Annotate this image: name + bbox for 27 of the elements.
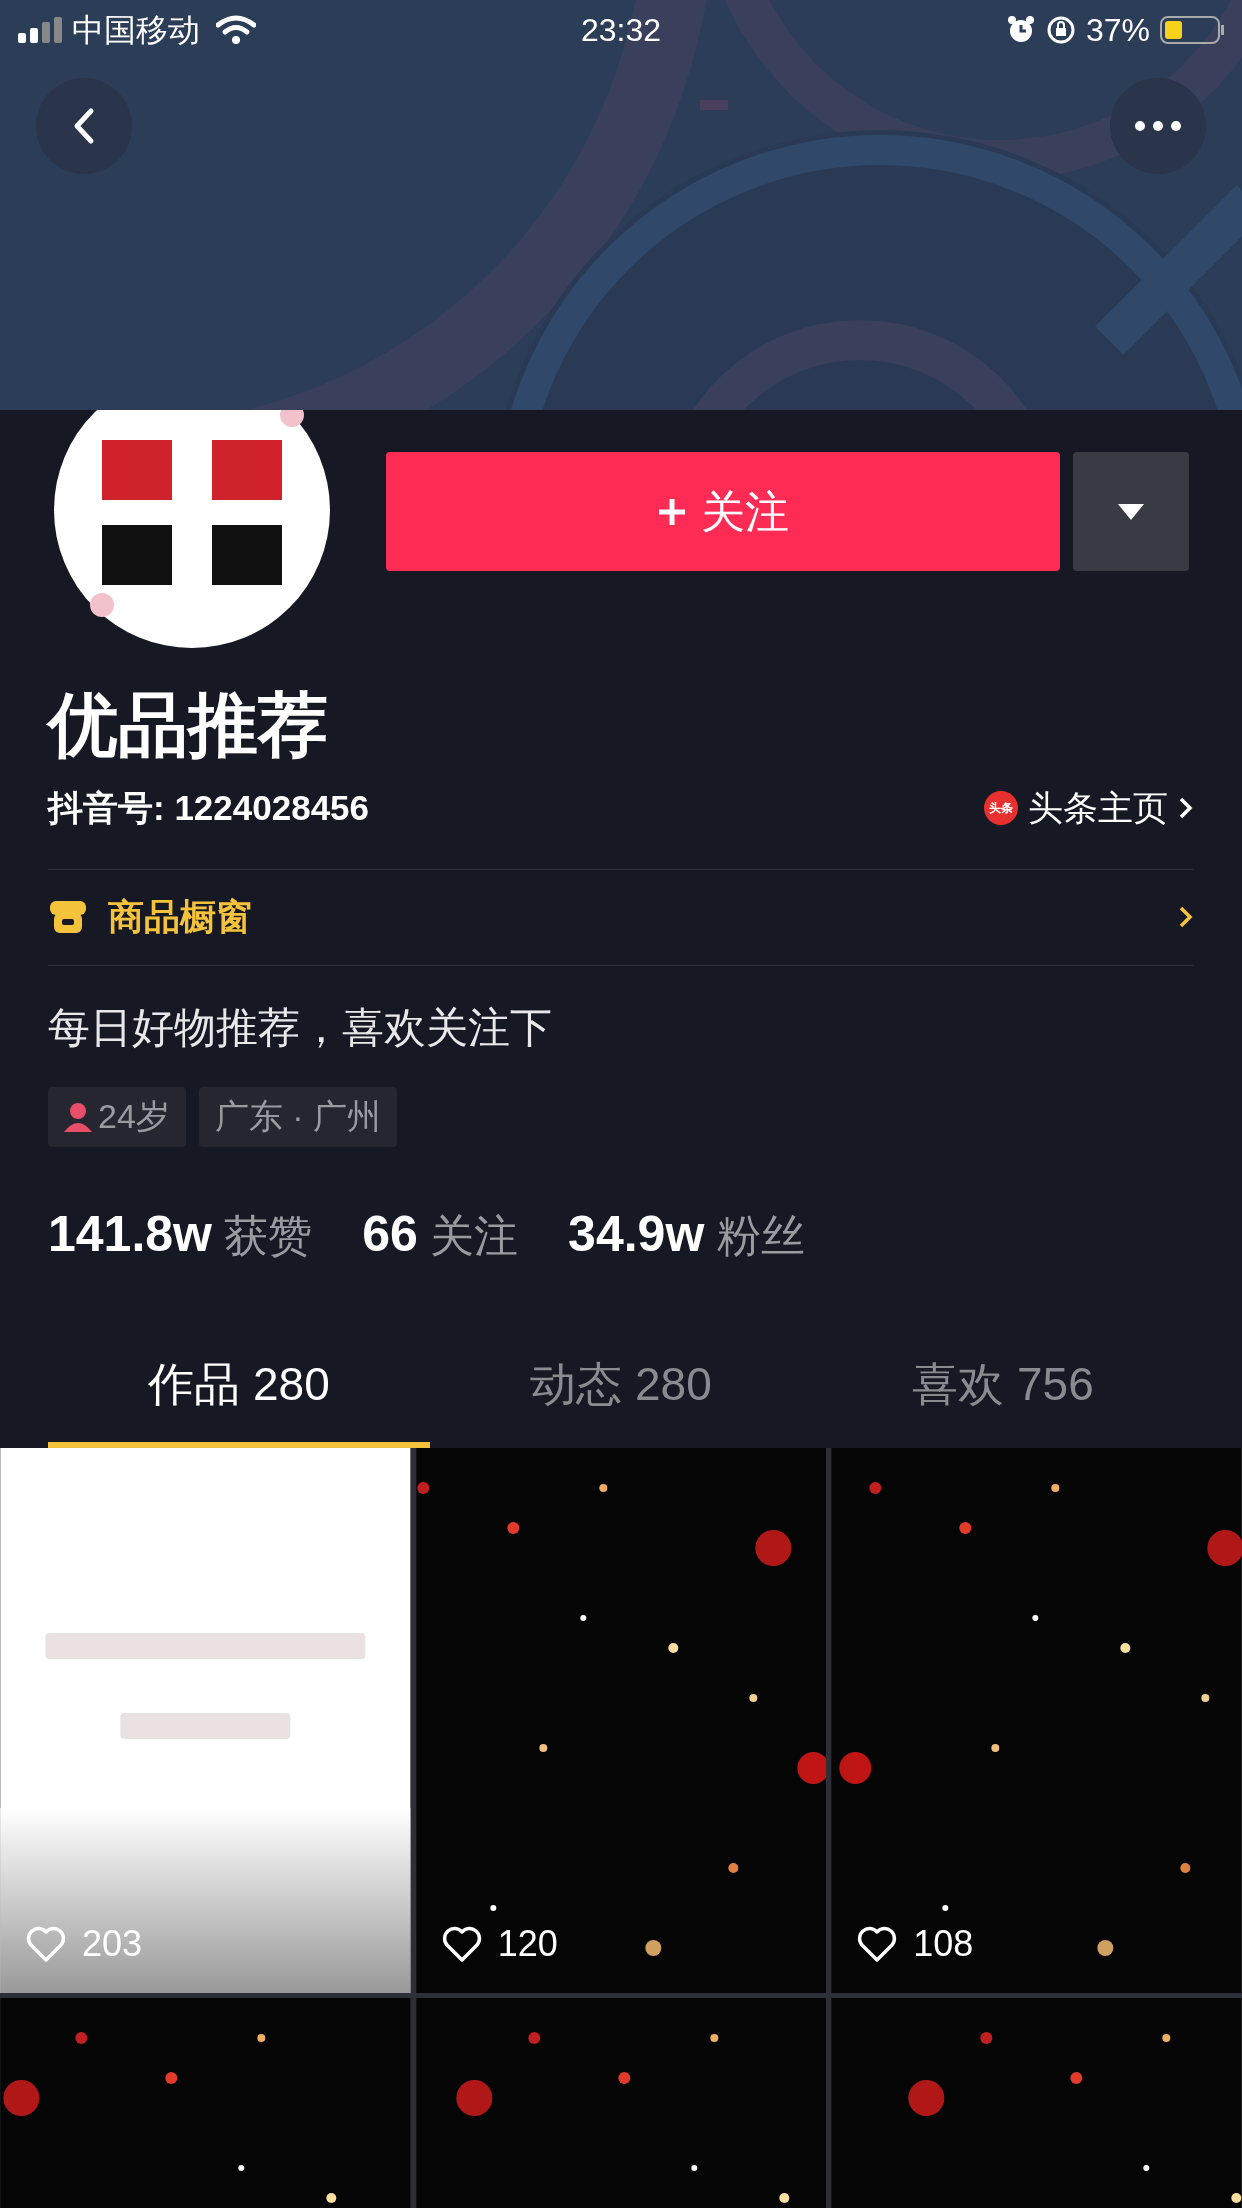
profile-tab[interactable]: 动态 280 — [430, 1327, 812, 1448]
like-count: 120 — [497, 1921, 558, 1966]
toutiao-badge: 头条 — [984, 791, 1018, 826]
toutiao-label: 头条主页 — [1028, 787, 1168, 829]
profile-name: 优品推荐 — [48, 690, 329, 760]
shop-row[interactable]: 商品橱窗 — [48, 868, 1194, 966]
like-count: 203 — [82, 1921, 143, 1966]
shop-label: 商品橱窗 — [108, 895, 252, 939]
plus-icon — [657, 496, 687, 527]
tag-label: 广东 · 广州 — [214, 1096, 382, 1137]
person-icon — [64, 1101, 92, 1132]
heart-icon — [26, 1924, 66, 1963]
profile-stat: 34.9w 粉丝 — [568, 1204, 805, 1264]
profile-stat: 141.8w 获赞 — [48, 1204, 313, 1264]
toutiao-link[interactable]: 头条 头条主页 — [984, 782, 1194, 835]
bio-text: 每日好物推荐，喜欢关注下 — [48, 1002, 553, 1053]
chevron-icon — [1178, 905, 1194, 929]
follow-button[interactable]: 关注 — [386, 452, 1060, 571]
profile-stat: 66 关注 — [362, 1204, 519, 1264]
heart-icon — [857, 1924, 898, 1963]
profile-tab[interactable]: 喜欢 756 — [812, 1327, 1194, 1448]
chevron-icon — [1178, 796, 1194, 821]
heart-icon — [441, 1924, 482, 1963]
caret-icon — [1118, 503, 1144, 520]
tag-label: 24岁 — [98, 1096, 170, 1137]
account-id: 抖音号: 1224028456 — [48, 787, 370, 829]
like-count: 108 — [913, 1921, 974, 1966]
